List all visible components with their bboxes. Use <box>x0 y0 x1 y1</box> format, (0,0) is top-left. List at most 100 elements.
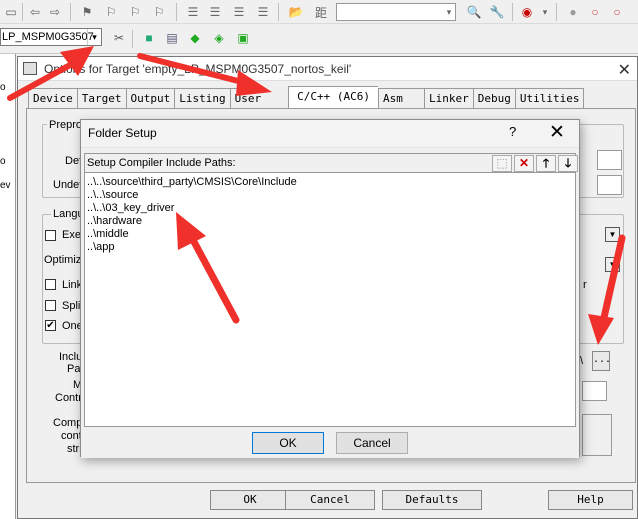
manage-project-icon[interactable]: ■ <box>140 29 158 47</box>
chevron-down-icon[interactable]: ▾ <box>87 29 101 45</box>
toolbar-separator <box>556 3 557 21</box>
debug-start-icon[interactable]: ◉ <box>518 3 536 21</box>
clear-bookmarks-icon[interactable]: ⚐ <box>150 3 168 21</box>
tab-target[interactable]: Target <box>76 88 126 108</box>
folder-cancel-button[interactable]: Cancel <box>336 432 408 454</box>
include-paths-header: Setup Compiler Include Paths: ⬚ ✕ 🡑 🡓 <box>84 153 578 173</box>
folder-setup-dialog: Folder Setup ? ✕ Setup Compiler Include … <box>80 119 580 458</box>
toolbar-separator <box>132 30 133 48</box>
breakpoint-icon[interactable]: ● <box>564 3 582 21</box>
preprocessor-label: Prepro <box>47 119 85 131</box>
folder-setup-title: Folder Setup <box>88 126 157 140</box>
ok-button[interactable]: OK <box>210 490 290 510</box>
tab-c-cpp[interactable]: C/C++ (AC6) <box>288 86 378 108</box>
defaults-button[interactable]: Defaults <box>382 490 482 510</box>
options-title-bar: Options for Target 'empty_LP_MSPM0G3507_… <box>18 57 637 81</box>
panel-text: o <box>0 82 6 93</box>
list-item[interactable]: ..\..\source\third_party\CMSIS\Core\Incl… <box>87 176 297 188</box>
bookmark-icon[interactable]: ⚑ <box>78 3 96 21</box>
folder-ok-button[interactable]: OK <box>252 432 324 454</box>
toolbar-separator <box>278 3 279 21</box>
list-item[interactable]: ..\app <box>87 241 115 253</box>
include-paths-list[interactable]: ..\..\source\third_party\CMSIS\Core\Incl… <box>84 173 576 427</box>
distance-icon[interactable]: 距 <box>312 3 330 21</box>
uncomment-icon[interactable]: ☰ <box>254 3 272 21</box>
toolbar-separator <box>176 3 177 21</box>
browse-button[interactable]: ... <box>592 351 611 371</box>
toolbar-separator <box>70 3 71 21</box>
folder-setup-title-bar: Folder Setup ? ✕ <box>81 120 579 148</box>
toggle-icon[interactable]: ▭ <box>2 3 20 21</box>
chevron-down-icon[interactable]: ▾ <box>440 3 458 21</box>
list-item[interactable]: ..\..\source <box>87 189 138 201</box>
move-down-icon[interactable]: 🡓 <box>558 155 578 172</box>
target-select-value: LP_MSPM0G3507 <box>2 31 94 43</box>
include-paths-label-1: Inclu <box>59 351 83 363</box>
define-field[interactable] <box>597 150 622 170</box>
compiler-label-1: Comp <box>53 417 83 429</box>
select-pack-icon[interactable]: ▣ <box>234 29 252 47</box>
tab-linker[interactable]: Linker <box>423 88 473 108</box>
run-time-env-icon[interactable]: ◈ <box>210 29 228 47</box>
window-icon <box>23 62 37 75</box>
prev-bookmark-icon[interactable]: ⚐ <box>102 3 120 21</box>
chevron-down-icon[interactable]: ▾ <box>536 3 554 21</box>
tab-device[interactable]: Device <box>28 88 77 108</box>
link-time-checkbox[interactable] <box>45 279 56 290</box>
chevron-down-icon[interactable]: ▼ <box>605 227 620 242</box>
options-tabs: Device Target Output Listing User C/C++ … <box>28 86 585 108</box>
panel-text: ev <box>0 180 11 191</box>
unindent-icon[interactable]: ☰ <box>206 3 224 21</box>
list-item[interactable]: ..\..\03_key_driver <box>87 202 174 214</box>
forward-icon[interactable]: ⇨ <box>46 3 64 21</box>
tab-listing[interactable]: Listing <box>174 88 230 108</box>
folder-setup-body: Setup Compiler Include Paths: ⬚ ✕ 🡑 🡓 ..… <box>81 148 579 458</box>
compiler-label-2: cont <box>61 430 82 442</box>
include-paths-header-label: Setup Compiler Include Paths: <box>87 157 236 169</box>
find-icon[interactable]: 🔍 <box>465 3 483 21</box>
execute-only-label: Exe <box>62 229 81 241</box>
tab-asm[interactable]: Asm <box>377 88 424 108</box>
delete-icon[interactable]: ✕ <box>514 155 534 172</box>
panel-text: o <box>0 156 6 167</box>
right-fragment-label: r <box>583 279 587 291</box>
close-icon[interactable]: ✕ <box>549 121 565 144</box>
cancel-button[interactable]: Cancel <box>285 490 375 510</box>
help-button[interactable]: Help <box>548 490 633 510</box>
incremental-find-icon[interactable]: 🔧 <box>488 3 506 21</box>
find-in-files-icon[interactable]: 📂 <box>287 3 305 21</box>
list-item[interactable]: ..\middle <box>87 228 129 240</box>
tab-utilities[interactable]: Utilities <box>514 88 585 108</box>
tab-user[interactable]: User <box>229 88 266 108</box>
split-checkbox[interactable] <box>45 300 56 311</box>
find-combo[interactable] <box>336 3 456 21</box>
next-bookmark-icon[interactable]: ⚐ <box>126 3 144 21</box>
breakpoint-clear-icon[interactable]: ○ <box>608 3 626 21</box>
pack-installer-icon[interactable]: ◆ <box>186 29 204 47</box>
list-item[interactable]: ..\hardware <box>87 215 142 227</box>
target-options-icon[interactable]: ✂ <box>110 29 128 47</box>
one-elf-checkbox[interactable]: ✔ <box>45 320 56 331</box>
comment-icon[interactable]: ☰ <box>230 3 248 21</box>
breakpoint-disable-icon[interactable]: ○ <box>586 3 604 21</box>
compiler-control-string <box>582 414 612 456</box>
optimization-label: Optimiz <box>44 254 82 266</box>
undefine-field[interactable] <box>597 175 622 195</box>
options-title: Options for Target 'empty_LP_MSPM0G3507_… <box>44 62 352 76</box>
misc-controls-field[interactable] <box>582 381 607 401</box>
tab-output[interactable]: Output <box>125 88 175 108</box>
toolbar-separator <box>22 3 23 21</box>
help-icon[interactable]: ? <box>509 124 516 139</box>
execute-only-checkbox[interactable] <box>45 230 56 241</box>
books-icon[interactable]: ▤ <box>163 29 181 47</box>
chevron-down-icon[interactable]: ▼ <box>605 257 620 272</box>
close-icon[interactable]: ✕ <box>618 59 631 83</box>
undefine-label: Undef <box>53 179 83 191</box>
new-folder-icon[interactable]: ⬚ <box>492 155 512 172</box>
target-select[interactable]: LP_MSPM0G3507 ▾ <box>0 28 102 46</box>
tab-debug[interactable]: Debug <box>472 88 515 108</box>
toolbar-top: ▭ ⇦ ⇨ ⚑ ⚐ ⚐ ⚐ ☰ ☰ ☰ ☰ 📂 距 ▾ 🔍 🔧 ◉ ▾ ● ○ … <box>0 0 638 24</box>
move-up-icon[interactable]: 🡑 <box>536 155 556 172</box>
indent-icon[interactable]: ☰ <box>184 3 202 21</box>
back-icon[interactable]: ⇦ <box>26 3 44 21</box>
